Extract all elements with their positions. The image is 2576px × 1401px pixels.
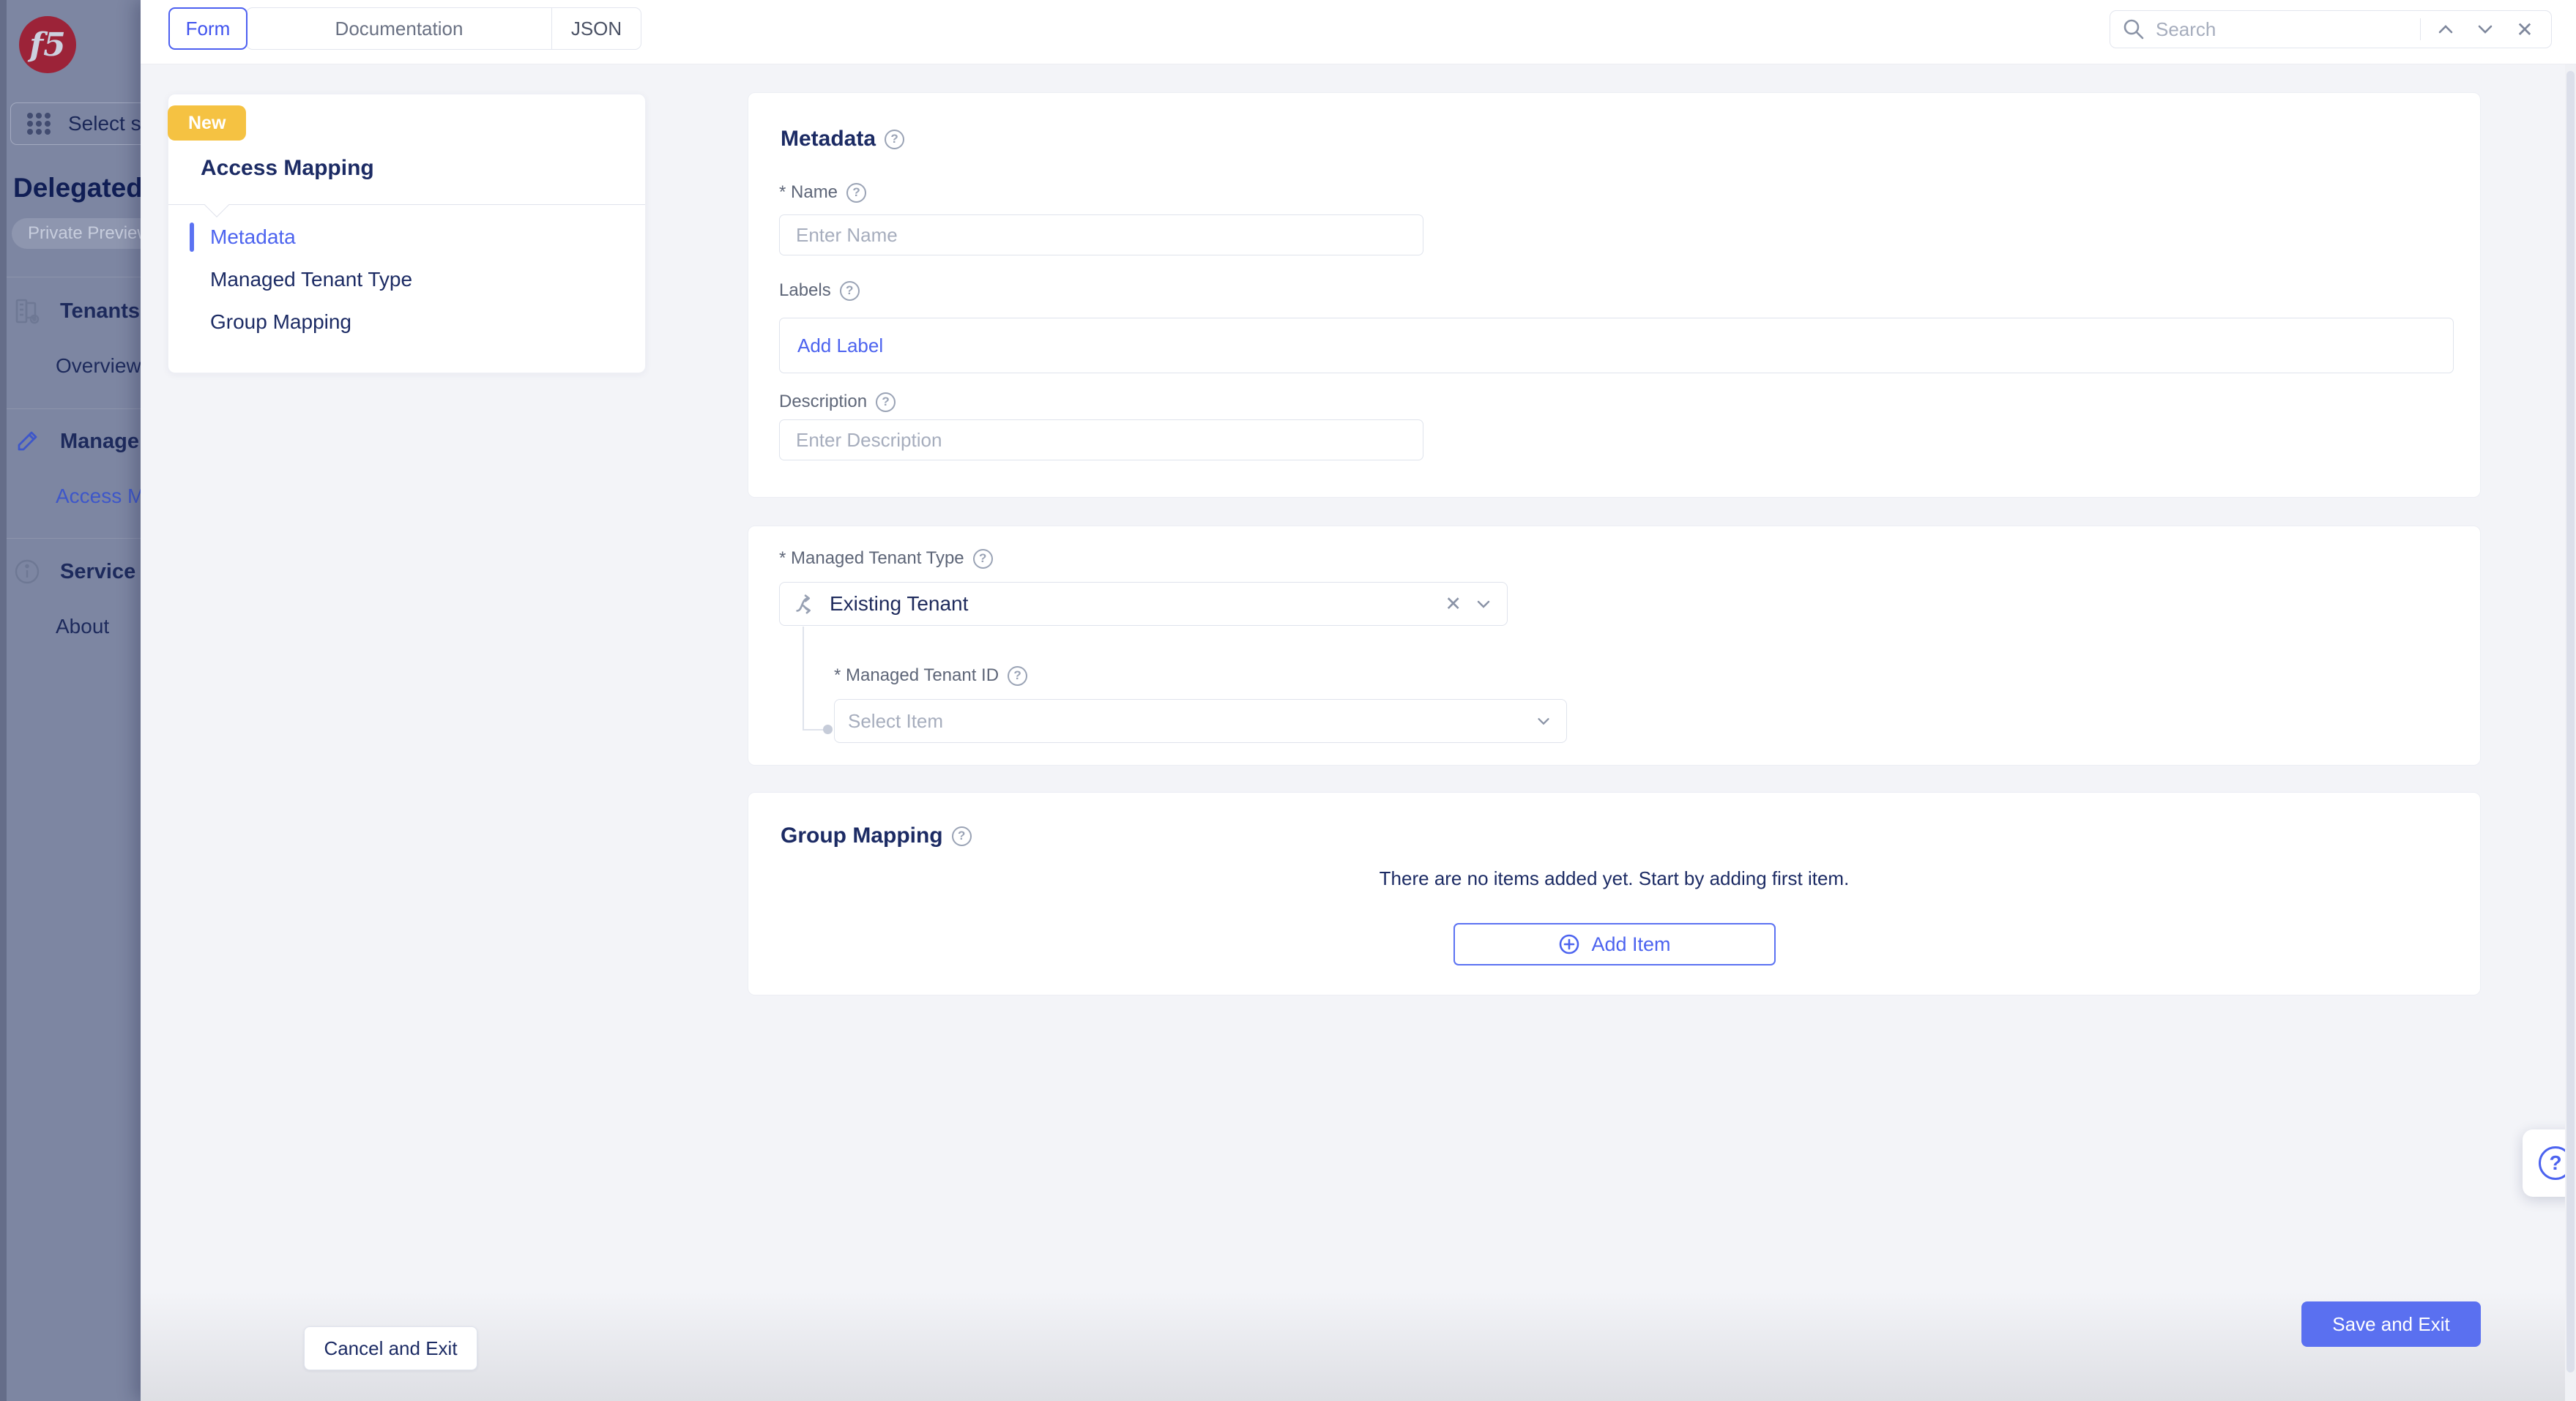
app-window: f5 Select se Delegated Private Preview bbox=[0, 0, 2576, 1401]
sidebar-divider bbox=[0, 408, 141, 409]
sidebar-item-manage[interactable]: Manage bbox=[12, 426, 139, 457]
field-label-text: Labels bbox=[779, 280, 831, 300]
f5-logo-text: f5 bbox=[29, 26, 66, 64]
app-grid-icon bbox=[27, 113, 51, 135]
collapse-chevron-icon[interactable] bbox=[204, 193, 229, 217]
metadata-section: Metadata ? * Name ? Labels ? Add Label D… bbox=[748, 92, 2481, 498]
search-input[interactable] bbox=[2156, 18, 2410, 41]
managed-tenant-type-value: Existing Tenant bbox=[830, 592, 969, 615]
pencil-icon bbox=[18, 431, 37, 451]
access-mapping-panel: Form Documentation JSON Search ✕ New Acc… bbox=[141, 0, 2576, 1401]
panel-topbar: Form Documentation JSON Search ✕ bbox=[141, 0, 2576, 64]
field-label-text: * Managed Tenant ID bbox=[834, 665, 999, 685]
chevron-down-icon bbox=[2478, 25, 2493, 34]
help-icon[interactable]: ? bbox=[876, 392, 896, 412]
sidebar-page-title: Delegated bbox=[13, 173, 141, 203]
add-label-link[interactable]: Add Label bbox=[797, 335, 883, 357]
sidebar-item-about[interactable]: About bbox=[56, 615, 109, 638]
sidebar-divider bbox=[0, 538, 141, 539]
search-box: ✕ bbox=[2110, 10, 2552, 48]
metadata-section-title: Metadata ? bbox=[781, 127, 905, 152]
wizard-nav-managed-tenant-type[interactable]: Managed Tenant Type bbox=[168, 258, 645, 301]
add-item-button[interactable]: Add Item bbox=[1453, 923, 1776, 965]
wizard-nav-card: New Access Mapping Metadata Managed Tena… bbox=[168, 94, 646, 373]
buildings-gear-icon bbox=[15, 299, 40, 324]
f5-logo: f5 bbox=[19, 16, 76, 73]
wizard-nav: Metadata Managed Tenant Type Group Mappi… bbox=[168, 216, 645, 343]
cancel-and-exit-button[interactable]: Cancel and Exit bbox=[304, 1326, 477, 1370]
wizard-nav-metadata[interactable]: Metadata bbox=[168, 216, 645, 258]
wizard-title: Access Mapping bbox=[201, 156, 374, 180]
field-label-text: * Managed Tenant Type bbox=[779, 548, 964, 568]
select-service-button[interactable]: Select se bbox=[10, 102, 141, 145]
tab-json[interactable]: JSON bbox=[551, 8, 641, 49]
chevron-down-icon[interactable] bbox=[1534, 711, 1553, 731]
clear-selection-icon[interactable]: ✕ bbox=[1445, 594, 1462, 614]
sidebar-item-tenants[interactable]: Tenants bbox=[12, 296, 140, 326]
search-next-button[interactable] bbox=[2471, 15, 2500, 44]
plus-circle-icon bbox=[1560, 934, 1579, 954]
private-preview-badge: Private Preview bbox=[12, 218, 141, 249]
scrollbar-thumb[interactable] bbox=[2566, 71, 2575, 1372]
search-divider bbox=[2420, 18, 2421, 40]
labels-field-label: Labels ? bbox=[779, 280, 860, 301]
scrollbar-track[interactable] bbox=[2565, 64, 2576, 1401]
field-label-text: * Name bbox=[779, 182, 838, 202]
nested-connector-dot bbox=[823, 725, 833, 734]
sidebar-item-label: Service bbox=[60, 559, 136, 583]
group-mapping-section: Group Mapping ? There are no items added… bbox=[748, 792, 2481, 995]
tab-form[interactable]: Form bbox=[168, 7, 247, 50]
tab-documentation[interactable]: Documentation bbox=[247, 8, 551, 49]
labels-box: Add Label bbox=[779, 318, 2454, 373]
name-field-label: * Name ? bbox=[779, 182, 867, 203]
managed-tenant-type-select[interactable]: Existing Tenant ✕ bbox=[779, 582, 1508, 626]
tab-group: Documentation JSON bbox=[246, 7, 641, 50]
sidebar-item-label: Manage bbox=[60, 429, 139, 453]
help-icon[interactable]: ? bbox=[972, 548, 993, 569]
search-icon bbox=[2123, 19, 2144, 40]
wizard-nav-group-mapping[interactable]: Group Mapping bbox=[168, 301, 645, 343]
help-icon[interactable]: ? bbox=[1008, 665, 1028, 686]
name-input[interactable] bbox=[779, 214, 1423, 255]
managed-tenant-type-label: * Managed Tenant Type ? bbox=[779, 548, 993, 569]
managed-tenant-id-select[interactable]: Select Item bbox=[834, 699, 1567, 743]
search-close-button[interactable]: ✕ bbox=[2510, 15, 2539, 44]
window-edge bbox=[0, 0, 7, 1401]
help-icon[interactable]: ? bbox=[846, 182, 867, 203]
group-mapping-section-title: Group Mapping ? bbox=[781, 823, 972, 848]
nested-connector-line bbox=[803, 627, 804, 731]
description-field-label: Description ? bbox=[779, 392, 896, 412]
help-icon[interactable]: ? bbox=[839, 280, 860, 301]
section-title-text: Metadata bbox=[781, 127, 876, 151]
description-input[interactable] bbox=[779, 419, 1423, 460]
managed-tenant-type-section: * Managed Tenant Type ? Existing Tenant … bbox=[748, 526, 2481, 766]
branch-select-icon bbox=[796, 594, 811, 614]
chevron-down-icon[interactable] bbox=[1473, 594, 1494, 614]
help-icon[interactable]: ? bbox=[951, 826, 972, 846]
footer-gradient bbox=[141, 1291, 2576, 1401]
search-prev-button[interactable] bbox=[2431, 15, 2460, 44]
save-and-exit-button[interactable]: Save and Exit bbox=[2301, 1301, 2481, 1347]
field-label-text: Description bbox=[779, 392, 868, 411]
wizard-divider bbox=[168, 204, 645, 205]
section-title-text: Group Mapping bbox=[781, 823, 943, 848]
group-mapping-empty-text: There are no items added yet. Start by a… bbox=[1379, 867, 1850, 889]
managed-tenant-id-label: * Managed Tenant ID ? bbox=[834, 665, 1028, 686]
select-service-label: Select se bbox=[68, 112, 141, 135]
chevron-up-icon bbox=[2438, 25, 2453, 34]
sidebar-item-service[interactable]: Service bbox=[12, 556, 135, 587]
sidebar-item-overview[interactable]: Overview bbox=[56, 354, 141, 378]
sidebar-item-access-mapping[interactable]: Access M bbox=[56, 485, 141, 508]
help-icon[interactable]: ? bbox=[885, 129, 905, 149]
info-circle-icon bbox=[15, 559, 40, 584]
sidebar-item-label: Tenants bbox=[60, 299, 141, 323]
sidebar: f5 Select se Delegated Private Preview bbox=[0, 0, 141, 1401]
close-icon: ✕ bbox=[2516, 18, 2534, 41]
new-badge: New bbox=[168, 105, 247, 141]
add-item-label: Add Item bbox=[1591, 933, 1671, 955]
managed-tenant-id-placeholder: Select Item bbox=[848, 709, 944, 732]
